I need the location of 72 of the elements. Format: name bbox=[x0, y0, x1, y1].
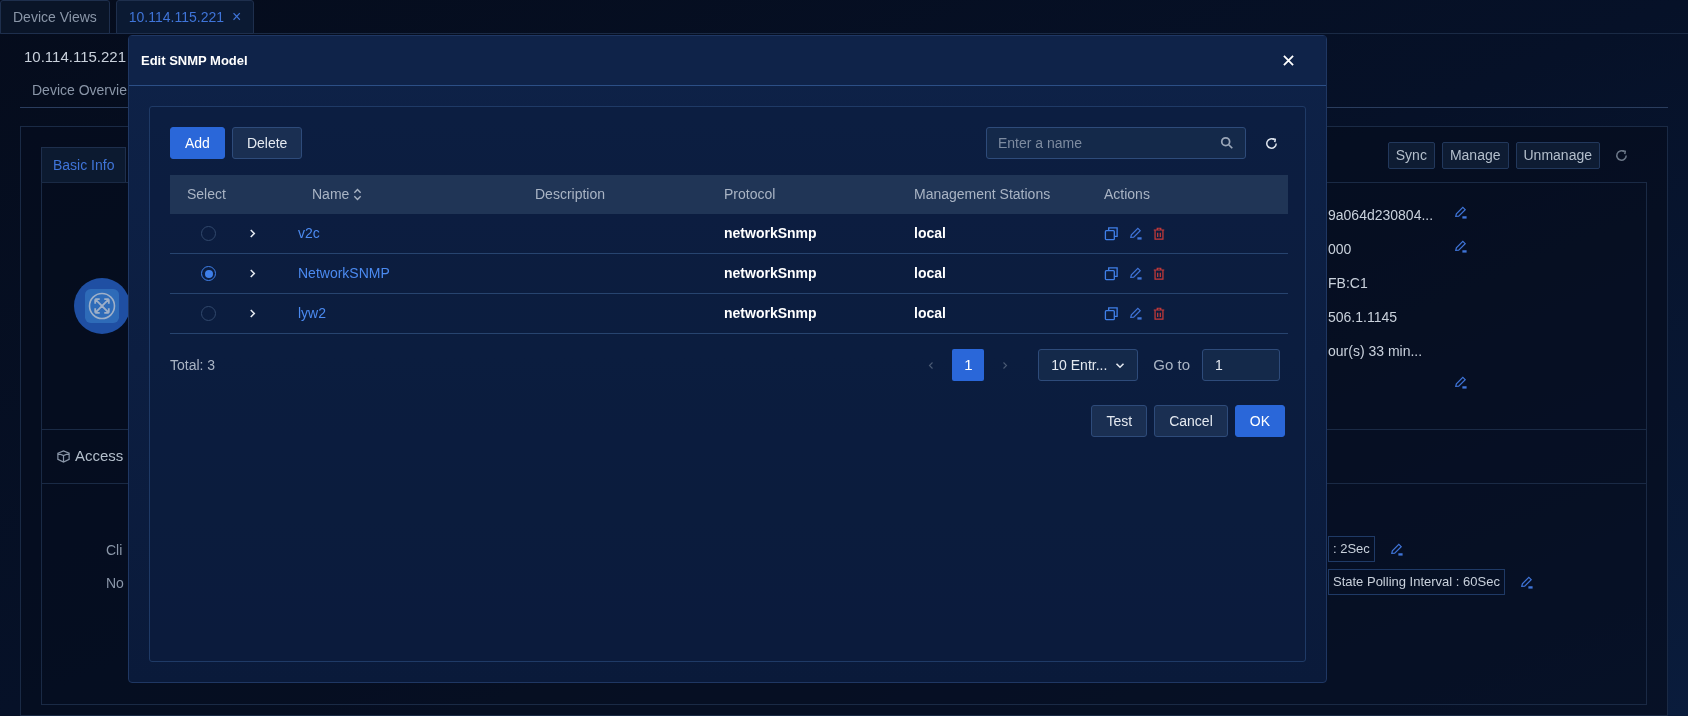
toolbar-button[interactable]: Add bbox=[170, 127, 225, 159]
cube-icon bbox=[56, 449, 71, 464]
interval-tag: : 2Sec bbox=[1328, 536, 1375, 562]
table-cell: networkSnmp bbox=[724, 265, 817, 281]
column-header: Actions bbox=[1104, 185, 1150, 204]
field-label: No bbox=[106, 574, 124, 593]
caret-icon bbox=[1115, 361, 1126, 369]
edit-icon[interactable] bbox=[1128, 266, 1143, 281]
basic-info-tab[interactable]: Basic Info bbox=[41, 147, 127, 182]
chevron-icon[interactable] bbox=[249, 229, 256, 238]
copy-icon[interactable] bbox=[1104, 226, 1119, 241]
section-title: Access bbox=[75, 446, 124, 467]
modal-title: Edit SNMP Model bbox=[141, 51, 248, 70]
column-header: Management Stations bbox=[914, 185, 1051, 204]
column-header: Select bbox=[187, 185, 226, 204]
trash-icon[interactable] bbox=[1152, 306, 1166, 321]
edit-icon[interactable] bbox=[1518, 574, 1534, 590]
edit-icon[interactable] bbox=[1128, 226, 1143, 241]
copy-icon[interactable] bbox=[1104, 306, 1119, 321]
total-count: Total: 3 bbox=[170, 355, 216, 375]
column-header: Protocol bbox=[724, 185, 776, 204]
field-label: Cli bbox=[106, 541, 124, 560]
copy-icon[interactable] bbox=[1104, 266, 1119, 281]
close-icon[interactable]: × bbox=[232, 5, 242, 29]
search-icon bbox=[1220, 136, 1234, 150]
action-button[interactable]: Unmanage bbox=[1515, 142, 1600, 169]
chevron-icon[interactable] bbox=[249, 309, 256, 318]
info-value: 000 bbox=[1328, 240, 1353, 259]
action-button[interactable]: Sync bbox=[1387, 142, 1435, 169]
edit-icon[interactable] bbox=[1388, 541, 1404, 557]
dialog-button[interactable]: OK bbox=[1234, 405, 1285, 437]
page-number-field[interactable]: 1 bbox=[1202, 349, 1280, 381]
action-button[interactable]: Manage bbox=[1441, 142, 1509, 169]
tab[interactable]: 10.114.115.221 × bbox=[115, 0, 255, 34]
page-button[interactable]: 1 bbox=[952, 349, 985, 381]
table-cell: networkSnmp bbox=[724, 305, 817, 321]
dialog-button[interactable]: Cancel bbox=[1154, 405, 1228, 437]
trash-icon[interactable] bbox=[1152, 226, 1166, 241]
info-value: 506.1.1145 bbox=[1328, 308, 1399, 327]
table-cell: local bbox=[914, 225, 946, 241]
goto-label: Go to bbox=[1153, 354, 1190, 375]
model-name-link[interactable]: v2c bbox=[298, 225, 320, 241]
close-icon[interactable] bbox=[1283, 55, 1294, 66]
trash-icon[interactable] bbox=[1152, 266, 1166, 281]
edit-icon[interactable] bbox=[1453, 375, 1468, 390]
model-name-link[interactable]: lyw2 bbox=[298, 305, 326, 321]
interval-tag: State Polling Interval : 60Sec bbox=[1328, 569, 1505, 595]
search-field[interactable]: Enter a name bbox=[986, 127, 1246, 159]
device-icon bbox=[74, 278, 130, 334]
info-value: 9a064d230804... bbox=[1328, 206, 1435, 225]
column-header[interactable]: Name bbox=[312, 184, 350, 205]
next-page-icon[interactable] bbox=[1002, 360, 1009, 370]
sort-icon[interactable] bbox=[353, 188, 363, 201]
model-name-link[interactable]: NetworkSNMP bbox=[298, 265, 390, 281]
table-cell: local bbox=[914, 305, 946, 321]
page-title: 10.114.115.221 bbox=[24, 48, 127, 65]
tab[interactable]: Device Views bbox=[0, 0, 110, 34]
toolbar-button[interactable]: Delete bbox=[231, 127, 303, 159]
chevron-icon[interactable] bbox=[249, 269, 256, 278]
column-header: Description bbox=[535, 185, 606, 204]
table-cell: local bbox=[914, 265, 946, 281]
info-value: FB:C1 bbox=[1328, 274, 1369, 293]
device-overview-tab[interactable]: Device Overvie bbox=[20, 76, 127, 107]
edit-icon[interactable] bbox=[1453, 205, 1468, 220]
edit-icon[interactable] bbox=[1128, 306, 1143, 321]
page-size-dropdown[interactable]: 10 Entr... bbox=[1038, 349, 1139, 381]
info-value: our(s) 33 min... bbox=[1328, 342, 1424, 361]
edit-icon[interactable] bbox=[1453, 239, 1468, 254]
refresh-icon[interactable] bbox=[1264, 135, 1279, 151]
previous-page-icon[interactable] bbox=[928, 360, 935, 370]
table-cell: networkSnmp bbox=[724, 225, 817, 241]
dialog-button[interactable]: Test bbox=[1091, 405, 1148, 437]
